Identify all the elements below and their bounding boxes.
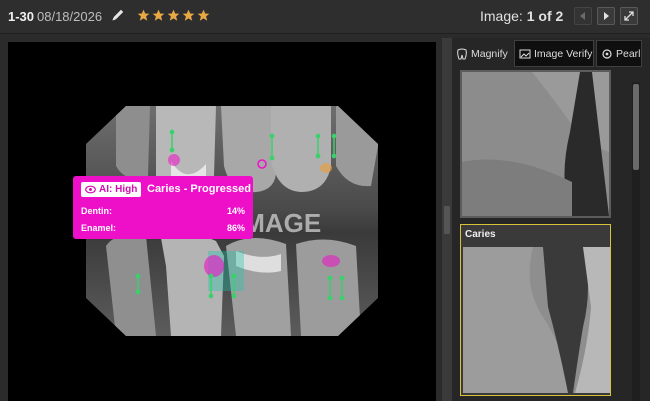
ai-confidence-badge: AI: High [81,182,141,197]
finding-popup[interactable]: AI: High Caries - Progressed Dentin: 14%… [73,176,253,239]
thumbnail-scrollbar[interactable] [632,82,640,401]
rating-stars[interactable] [137,9,210,22]
tab-magnify-label: Magnify [471,47,508,60]
image-counter: Image: 1 of 2 [480,8,563,24]
tab-pearl-label: Pearl [616,47,641,60]
pearl-icon [602,48,612,59]
tab-magnify[interactable]: Magnify [452,40,512,67]
star-icon[interactable] [182,9,195,22]
thumbnail-item[interactable] [460,70,611,218]
previous-image-button[interactable] [574,7,592,25]
chevron-left-icon [580,12,585,20]
finding-title: Caries - Progressed [147,183,251,195]
thumbnail-image [463,247,610,393]
enamel-value: 86% [226,223,245,233]
fullscreen-button[interactable] [620,7,638,25]
image-counter-label: Image: [480,8,523,24]
thumbnail-label: Caries [465,229,496,240]
image-total: 2 [555,8,564,24]
ai-confidence-label: AI: High [99,184,138,195]
dentin-value: 14% [226,206,245,216]
image-current: 1 [526,8,535,24]
dentin-label: Dentin: [81,206,112,216]
enamel-label: Enamel: [81,223,117,233]
star-icon[interactable] [167,9,180,22]
star-icon[interactable] [152,9,165,22]
chevron-right-icon [604,12,609,20]
panel-splitter[interactable] [442,38,452,401]
tool-tabs: Magnify Image Verify Pearl [452,38,650,68]
tab-pearl[interactable]: Pearl [596,40,642,67]
star-icon[interactable] [137,9,150,22]
tab-image-verify-label: Image Verify [534,47,593,60]
thumbnail-item-selected[interactable]: Caries [460,224,611,396]
top-bar: 1-30 08/18/2026 Image: 1 of 2 [0,0,650,34]
star-icon[interactable] [197,9,210,22]
image-of: of [538,8,552,24]
xray-viewer[interactable]: IMAGE AI: High Caries - Progressed Denti… [8,42,436,401]
tab-image-verify[interactable]: Image Verify [514,40,594,67]
record-id: 1-30 [8,9,35,24]
edit-pencil-icon[interactable] [110,7,126,23]
tooth-icon [457,48,467,59]
image-verify-icon [519,49,531,58]
right-panel: Magnify Image Verify Pearl Caries [452,38,650,401]
record-date: 08/18/2026 [37,9,103,24]
splitter-grip-icon[interactable] [444,206,450,234]
eye-icon [85,185,96,194]
expand-icon [624,11,634,21]
scrollbar-thumb[interactable] [633,84,639,170]
thumbnail-image [462,72,609,216]
next-image-button[interactable] [597,7,615,25]
